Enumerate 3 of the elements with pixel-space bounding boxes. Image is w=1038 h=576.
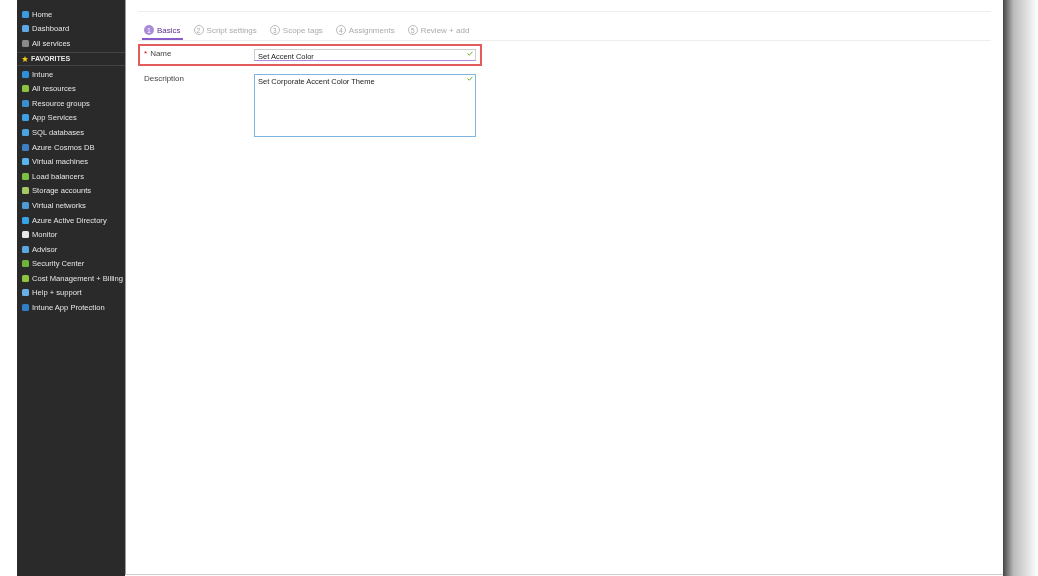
required-mark: *	[144, 49, 148, 60]
field-label: Name	[150, 49, 173, 60]
field-label: Description	[144, 74, 185, 85]
